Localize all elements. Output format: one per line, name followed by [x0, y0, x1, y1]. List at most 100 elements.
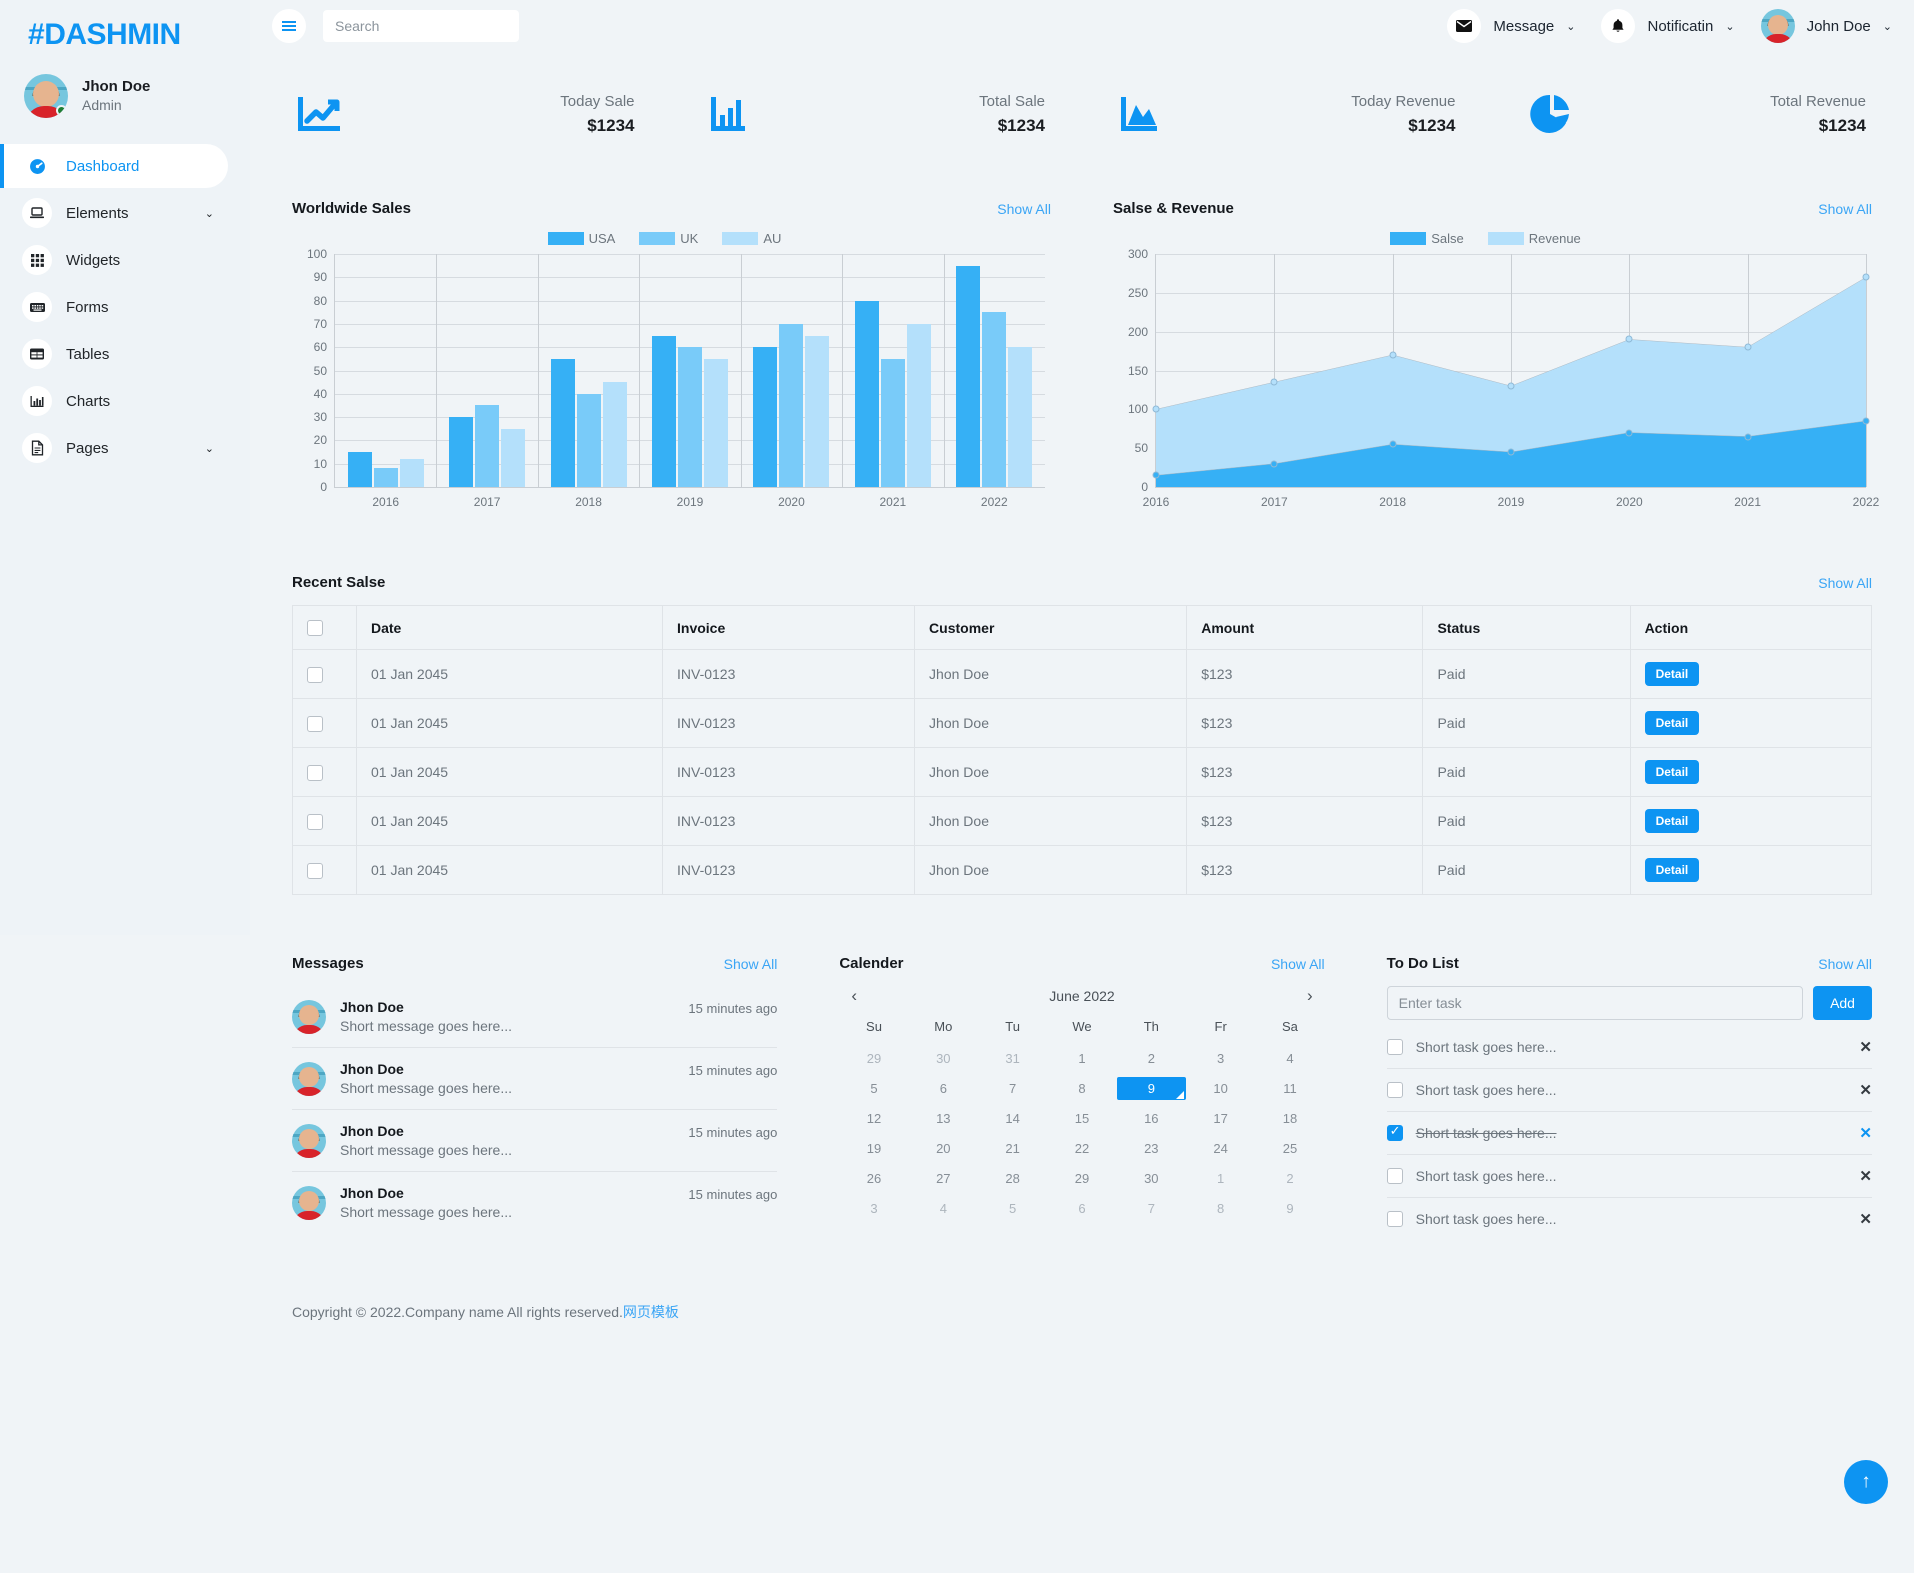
calendar-day[interactable]: 8: [1047, 1077, 1116, 1100]
data-point[interactable]: [1389, 441, 1396, 448]
data-point[interactable]: [1626, 336, 1633, 343]
data-point[interactable]: [1863, 274, 1870, 281]
calendar-day[interactable]: 6: [909, 1077, 978, 1100]
data-point[interactable]: [1744, 433, 1751, 440]
legend-item[interactable]: Revenue: [1488, 231, 1581, 246]
sidebar-item-pages[interactable]: Pages ⌄: [0, 426, 228, 470]
message-item[interactable]: Jhon Doe Short message goes here... 15 m…: [292, 1048, 777, 1110]
sidebar-item-elements[interactable]: Elements ⌄: [0, 191, 228, 235]
calendar-day[interactable]: 27: [909, 1167, 978, 1190]
bar[interactable]: [704, 359, 728, 487]
todo-checkbox[interactable]: [1387, 1125, 1403, 1141]
bar[interactable]: [475, 405, 499, 487]
bar[interactable]: [449, 417, 473, 487]
calendar-day[interactable]: 4: [909, 1197, 978, 1220]
data-point[interactable]: [1389, 351, 1396, 358]
chevron-down-icon[interactable]: ⌄: [205, 207, 214, 220]
calendar-day[interactable]: 12: [839, 1107, 908, 1130]
bar[interactable]: [603, 382, 627, 487]
close-icon[interactable]: ✕: [1859, 1167, 1872, 1185]
stat-card-total-sale[interactable]: Total Sale $1234: [683, 66, 1072, 162]
calendar-day[interactable]: 7: [978, 1077, 1047, 1100]
bar[interactable]: [855, 301, 879, 487]
calendar-day[interactable]: 18: [1255, 1107, 1324, 1130]
profile-dropdown[interactable]: John Doe ⌄: [1761, 9, 1892, 43]
data-point[interactable]: [1271, 460, 1278, 467]
calendar-day[interactable]: 21: [978, 1137, 1047, 1160]
bar[interactable]: [956, 266, 980, 487]
calendar-day[interactable]: 1: [1186, 1167, 1255, 1190]
sidebar-item-widgets[interactable]: Widgets: [0, 238, 228, 282]
calendar-day[interactable]: 28: [978, 1167, 1047, 1190]
bar[interactable]: [753, 347, 777, 487]
calendar-day[interactable]: 3: [839, 1197, 908, 1220]
footer-link[interactable]: 网页模板: [623, 1304, 679, 1320]
calendar-day[interactable]: 2: [1255, 1167, 1324, 1190]
calendar-day[interactable]: 23: [1117, 1137, 1186, 1160]
bar[interactable]: [779, 324, 803, 487]
select-all-checkbox[interactable]: [307, 620, 323, 636]
close-icon[interactable]: ✕: [1859, 1038, 1872, 1056]
data-point[interactable]: [1626, 429, 1633, 436]
sidebar-item-tables[interactable]: Tables: [0, 332, 228, 376]
bar[interactable]: [374, 468, 398, 487]
calendar-day[interactable]: 16: [1117, 1107, 1186, 1130]
calendar-day[interactable]: 10: [1186, 1077, 1255, 1100]
show-all-link[interactable]: Show All: [1818, 575, 1872, 591]
add-task-button[interactable]: Add: [1813, 986, 1872, 1020]
calendar-day[interactable]: 30: [1117, 1167, 1186, 1190]
calendar-day[interactable]: 24: [1186, 1137, 1255, 1160]
notification-dropdown[interactable]: Notificatin ⌄: [1601, 9, 1734, 43]
sidebar-item-charts[interactable]: Charts: [0, 379, 228, 423]
todo-checkbox[interactable]: [1387, 1082, 1403, 1098]
todo-checkbox[interactable]: [1387, 1039, 1403, 1055]
detail-button[interactable]: Detail: [1645, 809, 1700, 833]
stat-card-today-sale[interactable]: Today Sale $1234: [272, 66, 661, 162]
calendar-day[interactable]: 5: [978, 1197, 1047, 1220]
data-point[interactable]: [1508, 383, 1515, 390]
calendar-day[interactable]: 26: [839, 1167, 908, 1190]
data-point[interactable]: [1863, 417, 1870, 424]
calendar-day[interactable]: 8: [1186, 1197, 1255, 1220]
legend-item[interactable]: Salse: [1390, 231, 1464, 246]
chevron-down-icon[interactable]: ⌄: [205, 442, 214, 455]
bar[interactable]: [652, 336, 676, 487]
calendar-day[interactable]: 19: [839, 1137, 908, 1160]
show-all-link[interactable]: Show All: [1818, 956, 1872, 972]
bar[interactable]: [400, 459, 424, 487]
bar[interactable]: [907, 324, 931, 487]
stat-card-total-revenue[interactable]: Total Revenue $1234: [1504, 66, 1893, 162]
todo-checkbox[interactable]: [1387, 1211, 1403, 1227]
show-all-link[interactable]: Show All: [724, 956, 778, 972]
calendar-day[interactable]: 29: [1047, 1167, 1116, 1190]
back-to-top-button[interactable]: ↑: [1844, 1460, 1888, 1504]
todo-checkbox[interactable]: [1387, 1168, 1403, 1184]
row-checkbox[interactable]: [307, 863, 323, 879]
search-input[interactable]: [323, 10, 519, 42]
data-point[interactable]: [1271, 379, 1278, 386]
detail-button[interactable]: Detail: [1645, 711, 1700, 735]
calendar-day-selected[interactable]: 9: [1117, 1077, 1186, 1100]
calendar-day[interactable]: 15: [1047, 1107, 1116, 1130]
sidebar-user[interactable]: Jhon Doe Admin: [0, 52, 250, 132]
calendar-day[interactable]: 30: [909, 1047, 978, 1070]
data-point[interactable]: [1153, 406, 1160, 413]
calendar-day[interactable]: 2: [1117, 1047, 1186, 1070]
calendar-day[interactable]: 3: [1186, 1047, 1255, 1070]
bar[interactable]: [577, 394, 601, 487]
bar[interactable]: [678, 347, 702, 487]
show-all-link[interactable]: Show All: [1818, 201, 1872, 217]
legend-item[interactable]: USA: [548, 231, 616, 246]
calendar-day[interactable]: 6: [1047, 1197, 1116, 1220]
calendar-day[interactable]: 4: [1255, 1047, 1324, 1070]
detail-button[interactable]: Detail: [1645, 858, 1700, 882]
brand-logo[interactable]: #DASHMIN: [0, 0, 250, 52]
bar[interactable]: [551, 359, 575, 487]
calendar-day[interactable]: 25: [1255, 1137, 1324, 1160]
close-icon[interactable]: ✕: [1859, 1124, 1872, 1142]
row-checkbox[interactable]: [307, 716, 323, 732]
close-icon[interactable]: ✕: [1859, 1210, 1872, 1228]
message-dropdown[interactable]: Message ⌄: [1447, 9, 1575, 43]
calendar-day[interactable]: 22: [1047, 1137, 1116, 1160]
chevron-right-icon[interactable]: ›: [1301, 986, 1319, 1006]
